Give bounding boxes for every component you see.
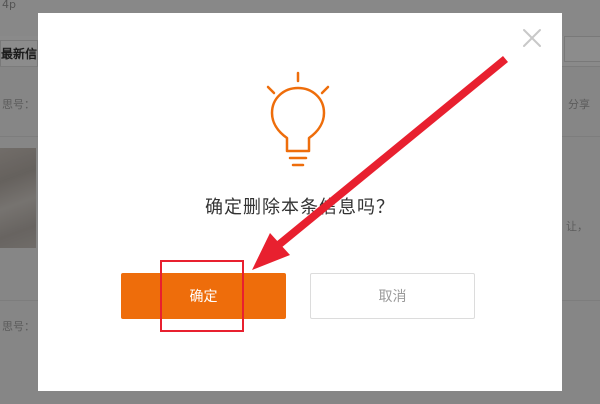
annotation-arrow — [252, 56, 508, 270]
screenshot-frame: 4p 最新信 思号： 思号： 分享 让， 确定删除本条信息吗？ 确定 取消 — [0, 0, 600, 404]
